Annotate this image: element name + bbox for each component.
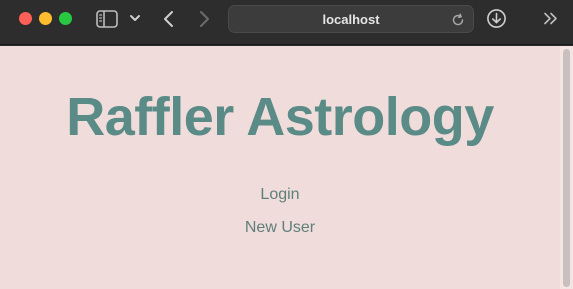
page-viewport: Raffler Astrology Login New User bbox=[0, 46, 573, 289]
sidebar-icon[interactable] bbox=[96, 10, 118, 28]
chevron-left-icon[interactable] bbox=[161, 9, 177, 29]
double-chevron-right-icon[interactable] bbox=[543, 12, 559, 25]
close-window-icon[interactable] bbox=[19, 12, 32, 25]
page-title: Raffler Astrology bbox=[66, 87, 494, 147]
browser-toolbar: localhost bbox=[0, 0, 573, 45]
scrollbar-thumb[interactable] bbox=[563, 49, 570, 287]
new-user-link[interactable]: New User bbox=[0, 219, 560, 237]
scrollbar[interactable] bbox=[560, 46, 573, 289]
chevron-right-icon[interactable] bbox=[196, 9, 212, 29]
browser-window: localhost Raffler Astrology Login New Us… bbox=[0, 0, 573, 289]
download-icon[interactable] bbox=[486, 8, 507, 29]
minimize-window-icon[interactable] bbox=[39, 12, 52, 25]
login-link[interactable]: Login bbox=[0, 186, 560, 204]
zoom-window-icon[interactable] bbox=[59, 12, 72, 25]
reload-icon[interactable] bbox=[451, 13, 465, 27]
address-bar[interactable]: localhost bbox=[228, 5, 474, 33]
address-text: localhost bbox=[322, 12, 380, 27]
chevron-down-icon[interactable] bbox=[129, 13, 141, 23]
